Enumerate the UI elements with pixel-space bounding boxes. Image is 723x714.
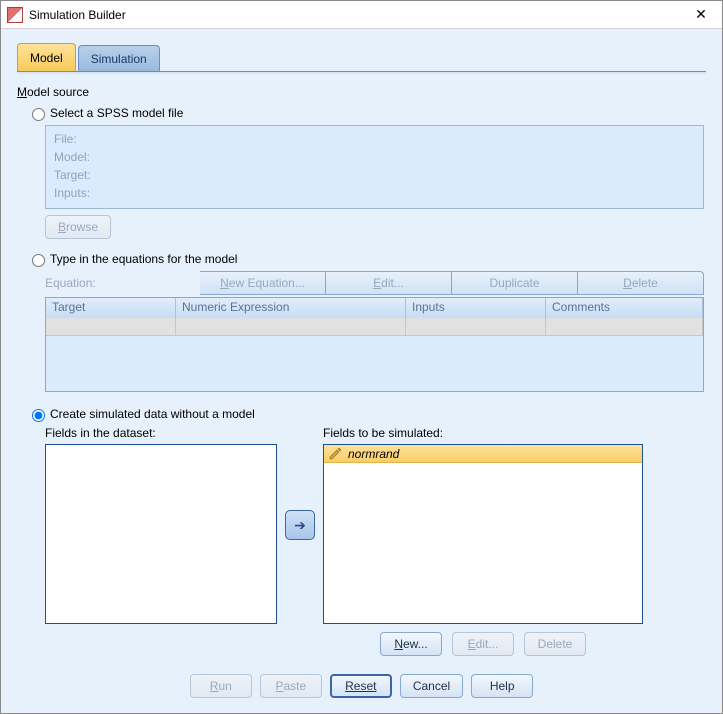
dataset-fields-label: Fields in the dataset: bbox=[45, 426, 277, 440]
section-label: Model source bbox=[17, 85, 706, 99]
simulated-fields-label: Fields to be simulated: bbox=[323, 426, 643, 440]
fields-area: Fields in the dataset: ➔ Fields to be si… bbox=[45, 426, 704, 656]
col-inputs: Inputs bbox=[406, 298, 546, 318]
delete-field-button[interactable]: Delete bbox=[524, 632, 586, 656]
app-icon bbox=[7, 7, 23, 23]
help-button[interactable]: Help bbox=[471, 674, 533, 698]
tab-simulation[interactable]: Simulation bbox=[78, 45, 160, 71]
radio-select-model-file[interactable]: Select a SPSS model file bbox=[27, 105, 706, 121]
window-title: Simulation Builder bbox=[29, 8, 686, 22]
edit-equation-button[interactable]: Edit... bbox=[326, 271, 452, 295]
titlebar: Simulation Builder ✕ bbox=[1, 1, 722, 29]
pencil-icon bbox=[328, 447, 342, 461]
radio-type-equations[interactable]: Type in the equations for the model bbox=[27, 251, 706, 267]
radio-label: Create simulated data without a model bbox=[50, 407, 255, 421]
move-right-button[interactable]: ➔ bbox=[285, 510, 315, 540]
table-header: Target Numeric Expression Inputs Comment… bbox=[46, 298, 703, 318]
simulation-builder-window: Simulation Builder ✕ Model Simulation Mo… bbox=[0, 0, 723, 714]
close-button[interactable]: ✕ bbox=[686, 4, 716, 26]
browse-button[interactable]: Browse bbox=[45, 215, 111, 239]
inputs-row: Inputs: bbox=[54, 184, 695, 202]
list-item[interactable]: normrand bbox=[324, 445, 642, 463]
arrow-right-icon: ➔ bbox=[294, 517, 306, 534]
close-icon: ✕ bbox=[695, 6, 707, 23]
dialog-footer: Run Paste Reset Cancel Help bbox=[17, 674, 706, 698]
model-row: Model: bbox=[54, 148, 695, 166]
reset-button[interactable]: Reset bbox=[330, 674, 392, 698]
col-comments: Comments bbox=[546, 298, 703, 318]
cancel-button[interactable]: Cancel bbox=[400, 674, 463, 698]
simulated-fields-list[interactable]: normrand bbox=[323, 444, 643, 624]
delete-equation-button[interactable]: Delete bbox=[578, 271, 704, 295]
equation-toolbar: Equation: New Equation... Edit... Duplic… bbox=[45, 271, 704, 295]
tab-model[interactable]: Model bbox=[17, 43, 76, 71]
target-row: Target: bbox=[54, 166, 695, 184]
radio-label: Type in the equations for the model bbox=[50, 252, 237, 266]
file-row: File: bbox=[54, 130, 695, 148]
model-file-panel: File: Model: Target: Inputs: bbox=[45, 125, 704, 209]
new-equation-button[interactable]: New Equation... bbox=[200, 271, 326, 295]
dataset-fields-list[interactable] bbox=[45, 444, 277, 624]
edit-field-button[interactable]: Edit... bbox=[452, 632, 514, 656]
item-label: normrand bbox=[348, 447, 399, 461]
tab-bar: Model Simulation bbox=[17, 43, 706, 71]
radio-input[interactable] bbox=[32, 409, 45, 422]
table-row[interactable] bbox=[46, 318, 703, 336]
simulated-buttons: New... Edit... Delete bbox=[323, 632, 643, 656]
tab-strip bbox=[17, 71, 706, 75]
col-target: Target bbox=[46, 298, 176, 318]
run-button[interactable]: Run bbox=[190, 674, 252, 698]
model-source-section: Model source Select a SPSS model file Fi… bbox=[17, 85, 706, 656]
tab-label: Model bbox=[30, 51, 63, 65]
radio-input[interactable] bbox=[32, 108, 45, 121]
radio-create-simulated[interactable]: Create simulated data without a model bbox=[27, 406, 706, 422]
col-expr: Numeric Expression bbox=[176, 298, 406, 318]
radio-label: Select a SPSS model file bbox=[50, 106, 183, 120]
equations-table: Target Numeric Expression Inputs Comment… bbox=[45, 297, 704, 392]
new-field-button[interactable]: New... bbox=[380, 632, 442, 656]
paste-button[interactable]: Paste bbox=[260, 674, 322, 698]
tab-label: Simulation bbox=[91, 52, 147, 66]
equation-label: Equation: bbox=[45, 276, 200, 290]
radio-input[interactable] bbox=[32, 254, 45, 267]
duplicate-equation-button[interactable]: Duplicate bbox=[452, 271, 578, 295]
content-area: Model Simulation Model source Select a S… bbox=[1, 29, 722, 713]
